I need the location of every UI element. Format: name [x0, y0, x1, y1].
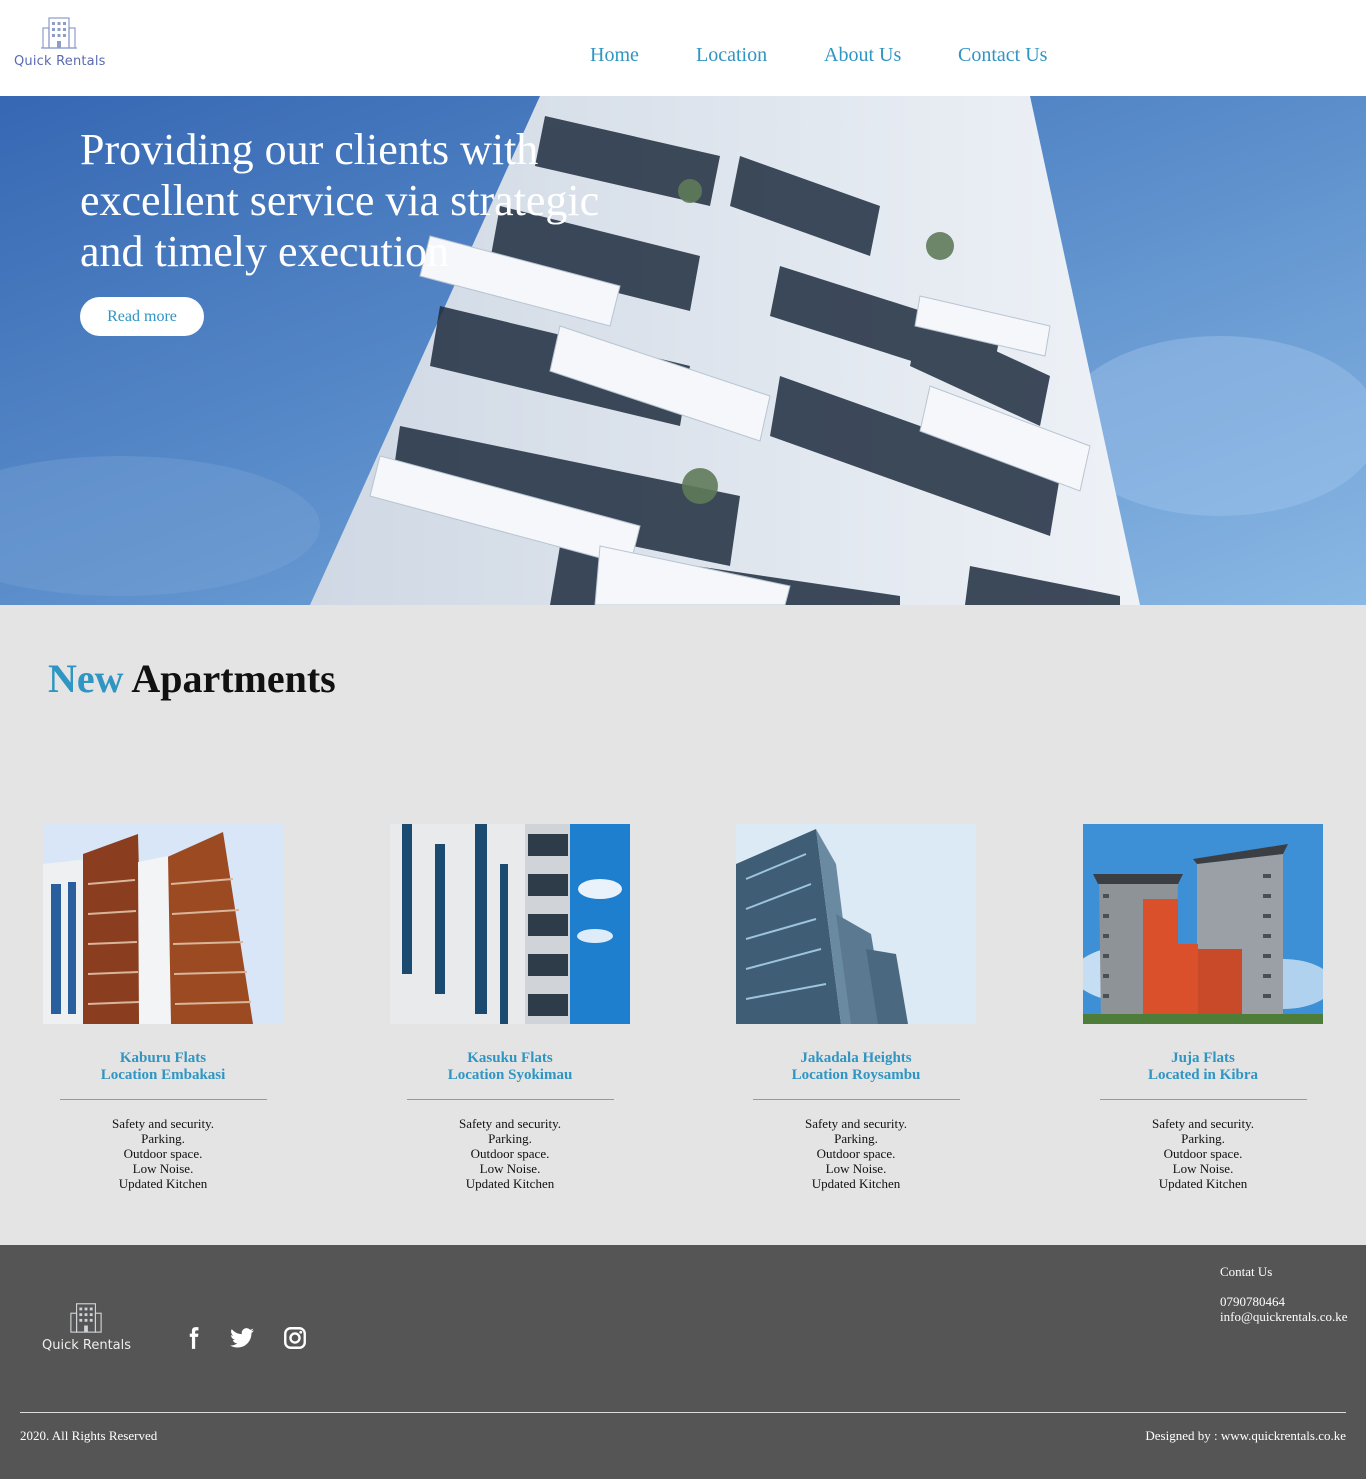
feature-item: Updated Kitchen	[1158, 1176, 1248, 1191]
apartment-name: Jakadala Heights Location Roysambu	[736, 1050, 976, 1084]
contact-title: Contat Us	[1220, 1264, 1273, 1279]
card-divider	[1099, 1099, 1307, 1100]
read-more-button[interactable]: Read more	[80, 297, 204, 336]
feature-item: Safety and security.	[111, 1116, 215, 1131]
nav-home-link[interactable]: Home	[590, 44, 639, 67]
feature-item: Outdoor space.	[470, 1146, 550, 1161]
card-divider	[752, 1099, 960, 1100]
apartment-name: Kaburu Flats Location Embakasi	[43, 1050, 283, 1084]
section-title-rest: Apartments	[131, 656, 336, 701]
apartment-name: Juja Flats Located in Kibra	[1083, 1050, 1323, 1084]
feature-list: Safety and security. Parking. Outdoor sp…	[1083, 1116, 1323, 1191]
nav-contact-link[interactable]: Contact Us	[958, 44, 1047, 67]
feature-item: Outdoor space.	[1163, 1146, 1243, 1161]
apartment-title: Jakadala Heights	[800, 1050, 912, 1066]
feature-item: Parking.	[1181, 1131, 1225, 1146]
feature-list: Safety and security. Parking. Outdoor sp…	[736, 1116, 976, 1191]
feature-item: Updated Kitchen	[118, 1176, 208, 1191]
feature-list: Safety and security. Parking. Outdoor sp…	[43, 1116, 283, 1191]
apartment-card[interactable]: Jakadala Heights Location Roysambu Safet…	[736, 824, 976, 1191]
main-nav: Home Location About Us Contact Us	[0, 44, 1366, 68]
apartment-card[interactable]: Kasuku Flats Location Syokimau Safety an…	[390, 824, 630, 1191]
feature-item: Outdoor space.	[123, 1146, 203, 1161]
feature-item: Safety and security.	[1151, 1116, 1255, 1131]
building-logo-icon	[70, 1303, 102, 1333]
site-footer: Quick Rentals Contat Us 0790780464 info@…	[0, 1245, 1366, 1479]
nav-location-link[interactable]: Location	[696, 44, 767, 67]
feature-item: Low Noise.	[825, 1161, 887, 1176]
feature-item: Parking.	[141, 1131, 185, 1146]
twitter-icon[interactable]	[229, 1325, 255, 1351]
apartment-photo[interactable]	[1083, 824, 1323, 1024]
footer-logo-text: Quick Rentals	[42, 1338, 132, 1353]
footer-logo[interactable]: Quick Rentals	[42, 1300, 134, 1355]
nav-about-link[interactable]: About Us	[824, 44, 901, 67]
feature-item: Outdoor space.	[816, 1146, 896, 1161]
apartment-photo[interactable]	[43, 824, 283, 1024]
hero-heading: Providing our clients with excellent ser…	[80, 125, 600, 276]
feature-item: Parking.	[488, 1131, 532, 1146]
facebook-icon[interactable]	[180, 1325, 206, 1351]
hero-banner: Providing our clients with excellent ser…	[0, 96, 1366, 605]
contact-phone[interactable]: 0790780464	[1220, 1294, 1348, 1309]
card-divider	[59, 1099, 267, 1100]
designed-by-text: Designed by : www.quickrentals.co.ke	[1145, 1428, 1346, 1443]
apartment-name: Kasuku Flats Location Syokimau	[390, 1050, 630, 1084]
apartment-card[interactable]: Juja Flats Located in Kibra Safety and s…	[1083, 824, 1323, 1191]
feature-item: Updated Kitchen	[465, 1176, 555, 1191]
copyright-text: 2020. All Rights Reserved	[20, 1428, 158, 1443]
instagram-icon[interactable]	[282, 1325, 308, 1351]
feature-item: Updated Kitchen	[811, 1176, 901, 1191]
apartment-card[interactable]: Kaburu Flats Location Embakasi Safety an…	[43, 824, 283, 1191]
apartment-location: Location Syokimau	[447, 1067, 573, 1083]
apartment-title: Kasuku Flats	[467, 1050, 553, 1066]
contact-email[interactable]: info@quickrentals.co.ke	[1220, 1309, 1348, 1324]
feature-item: Safety and security.	[804, 1116, 908, 1131]
footer-divider	[20, 1412, 1346, 1413]
card-divider	[406, 1099, 614, 1100]
apartment-location: Location Embakasi	[100, 1067, 226, 1083]
apartment-location: Location Roysambu	[791, 1067, 921, 1083]
apartment-photo[interactable]	[390, 824, 630, 1024]
section-title: New Apartments	[48, 655, 336, 702]
feature-item: Low Noise.	[132, 1161, 194, 1176]
apartment-location: Located in Kibra	[1147, 1067, 1258, 1083]
section-title-accent: New	[48, 656, 124, 701]
footer-contact: Contat Us 0790780464 info@quickrentals.c…	[1220, 1264, 1348, 1324]
apartment-photo[interactable]	[736, 824, 976, 1024]
site-header: Quick Rentals Home Location About Us Con…	[0, 0, 1366, 96]
feature-item: Low Noise.	[1172, 1161, 1234, 1176]
apartment-title: Juja Flats	[1171, 1050, 1235, 1066]
feature-item: Safety and security.	[458, 1116, 562, 1131]
new-apartments-section: New Apartments Kaburu Flats Location Emb…	[0, 605, 1366, 1245]
feature-item: Low Noise.	[479, 1161, 541, 1176]
feature-item: Parking.	[834, 1131, 878, 1146]
apartment-title: Kaburu Flats	[119, 1050, 207, 1066]
feature-list: Safety and security. Parking. Outdoor sp…	[390, 1116, 630, 1191]
